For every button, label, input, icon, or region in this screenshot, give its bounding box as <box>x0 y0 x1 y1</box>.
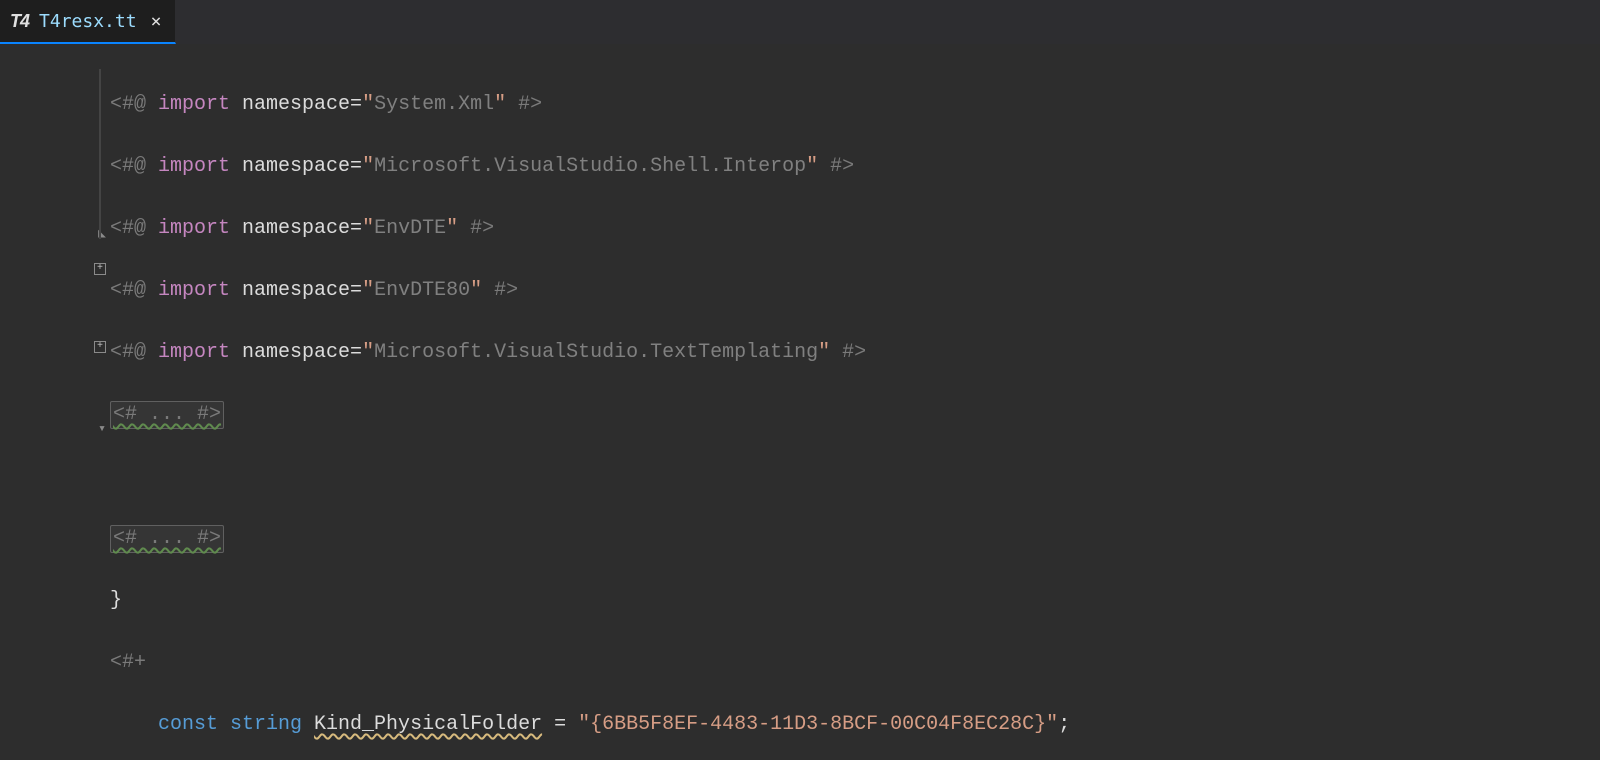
t4-import-kw: import <box>146 93 242 116</box>
fold-toggle-collapsed-1[interactable]: + <box>94 263 106 275</box>
t4-lib: EnvDTE <box>374 217 446 240</box>
folded-text: <# ... #> <box>113 403 221 426</box>
app-root: T4 T4resx.tt × ◣ + + ▾ <#@ import namesp… <box>0 0 1600 760</box>
code-line: <#+ <box>110 643 1600 682</box>
t4-file-icon: T4 <box>10 11 29 32</box>
folded-region[interactable]: <# ... #> <box>110 519 1600 558</box>
code-editor[interactable]: ◣ + + ▾ <#@ import namespace="System.Xml… <box>0 44 1600 760</box>
fold-guide <box>99 69 101 239</box>
folded-text: <# ... #> <box>113 527 221 550</box>
code-line: <#@ import namespace="System.Xml" #> <box>110 85 1600 124</box>
t4-directive-open: <#@ <box>110 93 146 116</box>
t4-class-feature-open: <#+ <box>110 651 146 674</box>
identifier: Kind_PhysicalFolder <box>314 713 542 736</box>
blank-line <box>110 457 1600 496</box>
folded-region[interactable]: <# ... #> <box>110 395 1600 434</box>
code-line: const string Kind_PhysicalFolder = "{6BB… <box>110 705 1600 744</box>
string-literal: "{6BB5F8EF-4483-11D3-8BCF-00C04F8EC28C}" <box>578 713 1058 736</box>
t4-lib: Microsoft.VisualStudio.Shell.Interop <box>374 155 806 178</box>
close-brace: } <box>110 589 122 612</box>
code-line: <#@ import namespace="EnvDTE" #> <box>110 209 1600 248</box>
t4-ns-attr: namespace= <box>242 93 362 116</box>
t4-directive-close: #> <box>506 93 542 116</box>
code-line: <#@ import namespace="Microsoft.VisualSt… <box>110 147 1600 186</box>
tab-bar: T4 T4resx.tt × <box>0 0 1600 44</box>
code-line: <#@ import namespace="Microsoft.VisualSt… <box>110 333 1600 372</box>
tab-t4resx[interactable]: T4 T4resx.tt × <box>0 0 176 44</box>
kw-string: string <box>230 713 314 736</box>
t4-lib: System.Xml <box>374 93 494 116</box>
close-icon[interactable]: × <box>147 11 162 32</box>
t4-lib: EnvDTE80 <box>374 279 470 302</box>
code-line: <#@ import namespace="EnvDTE80" #> <box>110 271 1600 310</box>
code-area[interactable]: <#@ import namespace="System.Xml" #> <#@… <box>110 44 1600 760</box>
tab-filename: T4resx.tt <box>39 11 137 32</box>
kw-const: const <box>158 713 230 736</box>
code-line: } <box>110 581 1600 620</box>
gutter: ◣ + + ▾ <box>0 44 110 760</box>
t4-lib: Microsoft.VisualStudio.TextTemplating <box>374 341 818 364</box>
fold-column: ◣ + + ▾ <box>94 44 110 760</box>
fold-open-mark-icon[interactable]: ▾ <box>97 421 107 436</box>
fold-toggle-collapsed-2[interactable]: + <box>94 341 106 353</box>
